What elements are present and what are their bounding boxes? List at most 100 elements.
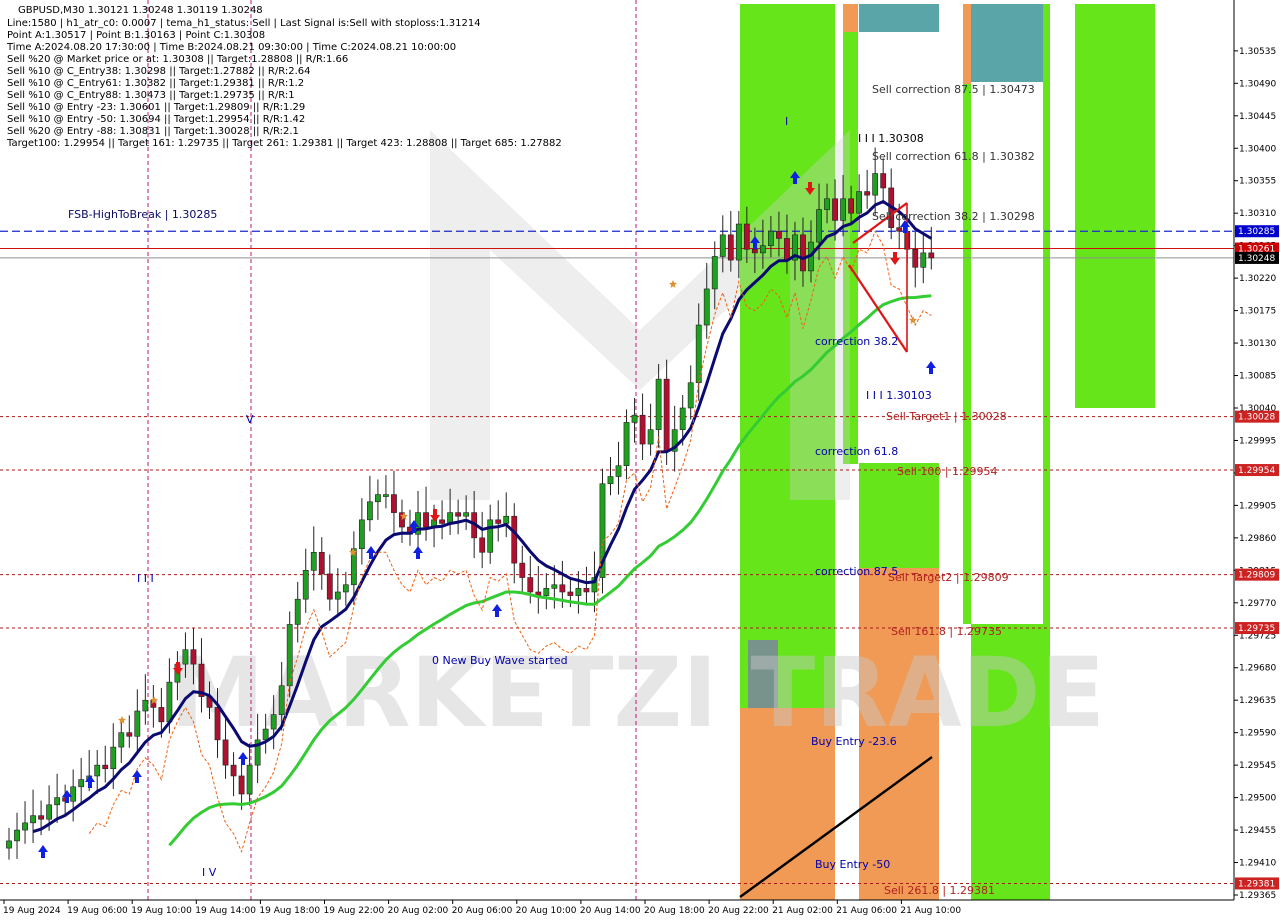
y-tick-label: 1.29770: [1239, 599, 1276, 609]
y-tick-label: 1.29410: [1239, 859, 1276, 869]
info-line: Sell %10 @ C_Entry88: 1.30473 || Target:…: [7, 90, 295, 101]
x-tick-label: 20 Aug 18:00: [644, 906, 705, 916]
level-label: Sell 261.8 | 1.29381: [884, 884, 995, 897]
price-chart: MARKETZI TRADE Sell correction 87.5 | 1.…: [0, 0, 1280, 920]
candle-body: [294, 598, 301, 625]
candle-body: [142, 699, 149, 712]
candle-body: [358, 519, 365, 549]
zone-rect: [971, 4, 1043, 82]
candle-body: [832, 198, 838, 221]
annotation-label: Buy Entry -50: [815, 858, 890, 871]
price-badge-label: 1.30028: [1238, 413, 1275, 423]
candle-body: [270, 714, 277, 730]
info-line: Sell %10 @ Entry -23: 1.30601 || Target:…: [7, 102, 305, 113]
candle-body: [607, 476, 614, 485]
candle-body: [719, 234, 726, 257]
candle-body: [182, 649, 189, 665]
candle-body: [463, 512, 470, 517]
candle-body: [784, 238, 790, 261]
candle-body: [70, 786, 77, 802]
candle-body: [872, 173, 879, 196]
candle-body: [856, 191, 863, 214]
candle-body: [326, 573, 333, 600]
candle-body: [366, 501, 373, 521]
info-line: Point A:1.30517 | Point B:1.30163 | Poin…: [7, 30, 265, 41]
x-tick-label: 19 Aug 18:00: [259, 906, 320, 916]
candle-body: [375, 494, 381, 503]
candle-body: [30, 815, 36, 824]
x-tick-label: 19 Aug 2024: [3, 906, 61, 916]
y-tick-label: 1.29860: [1239, 534, 1276, 544]
annotation-label: Buy Entry -23.6: [811, 735, 897, 748]
y-tick-label: 1.29455: [1239, 826, 1276, 836]
candle-body: [503, 515, 510, 524]
candle-body: [647, 429, 654, 445]
candle-body: [439, 519, 445, 524]
zone-rect: [1075, 4, 1155, 408]
candle-body: [334, 591, 341, 600]
y-tick-label: 1.29500: [1239, 794, 1276, 804]
candle-body: [615, 465, 622, 477]
y-tick-label: 1.30400: [1239, 144, 1276, 154]
level-label: Sell Target2 | 1.29809: [888, 571, 1009, 584]
price-badge-label: 1.29809: [1238, 571, 1275, 581]
candle-body: [342, 584, 349, 593]
zone-rect: [859, 4, 939, 32]
candle-body: [623, 422, 630, 467]
price-badge-label: 1.30248: [1238, 254, 1275, 264]
candle-body: [759, 245, 766, 254]
candle-body: [519, 562, 526, 578]
y-tick-label: 1.30535: [1239, 47, 1276, 57]
x-tick-label: 19 Aug 06:00: [67, 906, 128, 916]
candle-body: [551, 584, 558, 589]
annotation-label: 0 New Buy Wave started: [432, 654, 568, 667]
info-line: Line:1580 | h1_atr_c0: 0.0007 | tema_h1_…: [7, 18, 481, 29]
candle-body: [158, 707, 165, 723]
candle-body: [126, 732, 133, 737]
candle-body: [695, 324, 702, 384]
candle-body: [631, 414, 638, 423]
info-line: Target100: 1.29954 || Target 161: 1.2973…: [6, 138, 562, 149]
x-tick-label: 21 Aug 02:00: [772, 906, 833, 916]
candle-body: [727, 234, 734, 261]
y-tick-label: 1.29680: [1239, 664, 1276, 674]
x-tick-label: 20 Aug 22:00: [708, 906, 769, 916]
y-tick-label: 1.30355: [1239, 177, 1276, 187]
candle-body: [479, 537, 486, 553]
candle-body: [278, 685, 285, 715]
price-badge-label: 1.29735: [1238, 624, 1275, 634]
candle-body: [543, 588, 550, 596]
y-tick-label: 1.30130: [1239, 339, 1276, 349]
x-tick-label: 19 Aug 14:00: [195, 906, 256, 916]
candle-body: [743, 223, 750, 250]
x-tick-label: 19 Aug 22:00: [324, 906, 385, 916]
annotation-label: I I I 1.30103: [866, 389, 932, 402]
info-line: Time A:2024.08.20 17:30:00 | Time B:2024…: [6, 42, 456, 53]
candle-body: [687, 382, 694, 409]
y-tick-label: 1.30085: [1239, 372, 1276, 382]
level-label: Sell 161.8 | 1.29735: [891, 625, 1002, 638]
candle-body: [54, 797, 61, 806]
candle-body: [767, 230, 774, 246]
y-tick-label: 1.30310: [1239, 209, 1276, 219]
candle-body: [230, 764, 237, 777]
candle-body: [880, 173, 887, 189]
candle-body: [735, 223, 742, 261]
candle-body: [246, 764, 253, 795]
candle-body: [222, 739, 229, 766]
y-tick-label: 1.30445: [1239, 112, 1276, 122]
annotation-label: correction 87.5: [815, 565, 898, 578]
candle-body: [864, 191, 871, 196]
candle-body: [928, 252, 935, 259]
y-tick-label: 1.30220: [1239, 274, 1276, 284]
x-tick-label: 21 Aug 06:00: [836, 906, 897, 916]
zone-rect: [843, 4, 858, 32]
candle-body: [391, 494, 397, 513]
chart-title: GBPUSD,M30 1.30121 1.30248 1.30119 1.302…: [18, 5, 263, 16]
candle-body: [214, 707, 221, 741]
x-tick-label: 19 Aug 10:00: [131, 906, 192, 916]
candle-body: [639, 414, 646, 445]
level-label: Sell Target1 | 1.30028: [886, 410, 1007, 423]
annotation-label: Sell correction 38.2 | 1.30298: [872, 210, 1035, 223]
annotation-label: V: [246, 413, 254, 426]
